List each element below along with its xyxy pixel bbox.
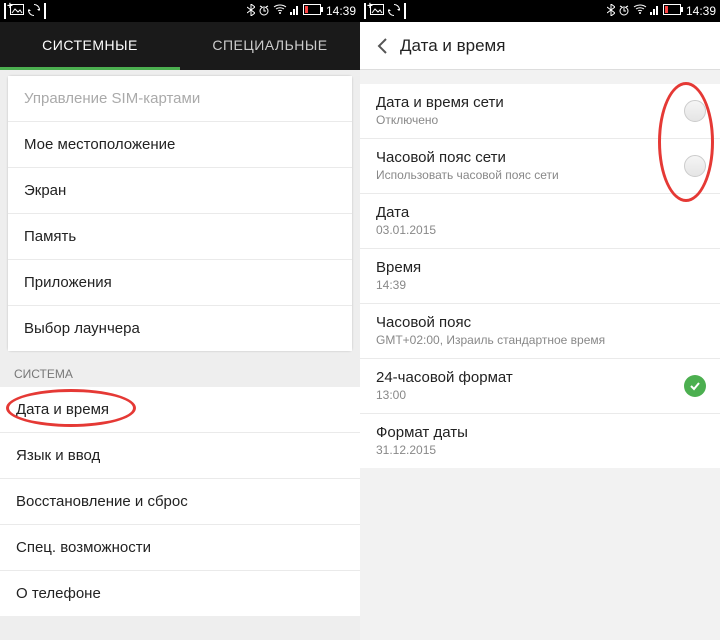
- row-location[interactable]: Мое местоположение: [8, 122, 352, 168]
- section-system: СИСТЕМА: [0, 357, 360, 387]
- tab-system[interactable]: СИСТЕМНЫЕ: [0, 22, 180, 70]
- row-network-datetime[interactable]: Дата и время сети Отключено: [360, 84, 720, 139]
- settings-group-1: Управление SIM-картами Мое местоположени…: [8, 76, 352, 351]
- tab-special[interactable]: СПЕЦИАЛЬНЫЕ: [180, 22, 360, 70]
- row-reset[interactable]: Восстановление и сброс: [0, 479, 360, 525]
- row-time[interactable]: Время 14:39: [360, 249, 720, 304]
- row-memory[interactable]: Память: [8, 214, 352, 260]
- row-sub: 31.12.2015: [376, 443, 704, 457]
- status-time: 14:39: [326, 4, 356, 18]
- signal-icon: [650, 4, 660, 18]
- row-date[interactable]: Дата 03.01.2015: [360, 194, 720, 249]
- alarm-icon: [258, 4, 270, 19]
- row-title: Часовой пояс: [376, 314, 704, 331]
- box-icon: [44, 4, 46, 18]
- plus-box-icon: [364, 4, 366, 18]
- status-time-2: 14:39: [686, 4, 716, 18]
- datetime-list: Дата и время сети Отключено Часовой пояс…: [360, 84, 720, 468]
- status-right: 14:39: [247, 4, 356, 19]
- row-title: Дата: [376, 204, 704, 221]
- status-bar: 14:39: [0, 0, 360, 22]
- row-title: Дата и время сети: [376, 94, 704, 111]
- row-sub: 13:00: [376, 388, 704, 402]
- header-datetime: Дата и время: [360, 22, 720, 70]
- row-sub: 03.01.2015: [376, 223, 704, 237]
- row-24h[interactable]: 24-часовой формат 13:00: [360, 359, 720, 414]
- sync-icon: [388, 4, 400, 19]
- row-date-format[interactable]: Формат даты 31.12.2015: [360, 414, 720, 468]
- row-sub: Использовать часовой пояс сети: [376, 168, 704, 182]
- wifi-icon: [273, 4, 287, 18]
- alarm-icon: [618, 4, 630, 19]
- battery-icon: [663, 4, 683, 18]
- row-title: Формат даты: [376, 424, 704, 441]
- row-sub: GMT+02:00, Израиль стандартное время: [376, 333, 704, 347]
- row-access[interactable]: Спец. возможности: [0, 525, 360, 571]
- phone-right: 14:39 Дата и время Дата и время сети Отк…: [360, 0, 720, 640]
- row-title: Время: [376, 259, 704, 276]
- status-right-2: 14:39: [607, 4, 716, 19]
- row-launcher[interactable]: Выбор лаунчера: [8, 306, 352, 351]
- row-sub: Отключено: [376, 113, 704, 127]
- tabs: СИСТЕМНЫЕ СПЕЦИАЛЬНЫЕ: [0, 22, 360, 70]
- back-button[interactable]: [370, 22, 396, 70]
- status-left: [4, 4, 46, 19]
- row-network-tz[interactable]: Часовой пояс сети Использовать часовой п…: [360, 139, 720, 194]
- page-title: Дата и время: [400, 36, 505, 56]
- battery-icon: [303, 4, 323, 18]
- status-left-2: [364, 4, 406, 19]
- row-title: 24-часовой формат: [376, 369, 704, 386]
- status-bar-2: 14:39: [360, 0, 720, 22]
- row-tz[interactable]: Часовой пояс GMT+02:00, Израиль стандарт…: [360, 304, 720, 359]
- plus-box-icon: [4, 4, 6, 18]
- settings-group-2: Дата и время Язык и ввод Восстановление …: [0, 387, 360, 616]
- toggle-network-tz[interactable]: [684, 155, 706, 177]
- row-apps[interactable]: Приложения: [8, 260, 352, 306]
- toggle-network-datetime[interactable]: [684, 100, 706, 122]
- check-24h[interactable]: [684, 375, 706, 397]
- box-icon: [404, 4, 406, 18]
- bluetooth-icon: [607, 4, 615, 19]
- row-lang[interactable]: Язык и ввод: [0, 433, 360, 479]
- wifi-icon: [633, 4, 647, 18]
- sync-icon: [28, 4, 40, 19]
- row-datetime[interactable]: Дата и время: [0, 387, 360, 433]
- row-title: Часовой пояс сети: [376, 149, 704, 166]
- row-sim[interactable]: Управление SIM-картами: [8, 76, 352, 122]
- signal-icon: [290, 4, 300, 18]
- phone-left: 14:39 СИСТЕМНЫЕ СПЕЦИАЛЬНЫЕ Управление S…: [0, 0, 360, 640]
- row-display[interactable]: Экран: [8, 168, 352, 214]
- row-about[interactable]: О телефоне: [0, 571, 360, 616]
- row-sub: 14:39: [376, 278, 704, 292]
- bluetooth-icon: [247, 4, 255, 19]
